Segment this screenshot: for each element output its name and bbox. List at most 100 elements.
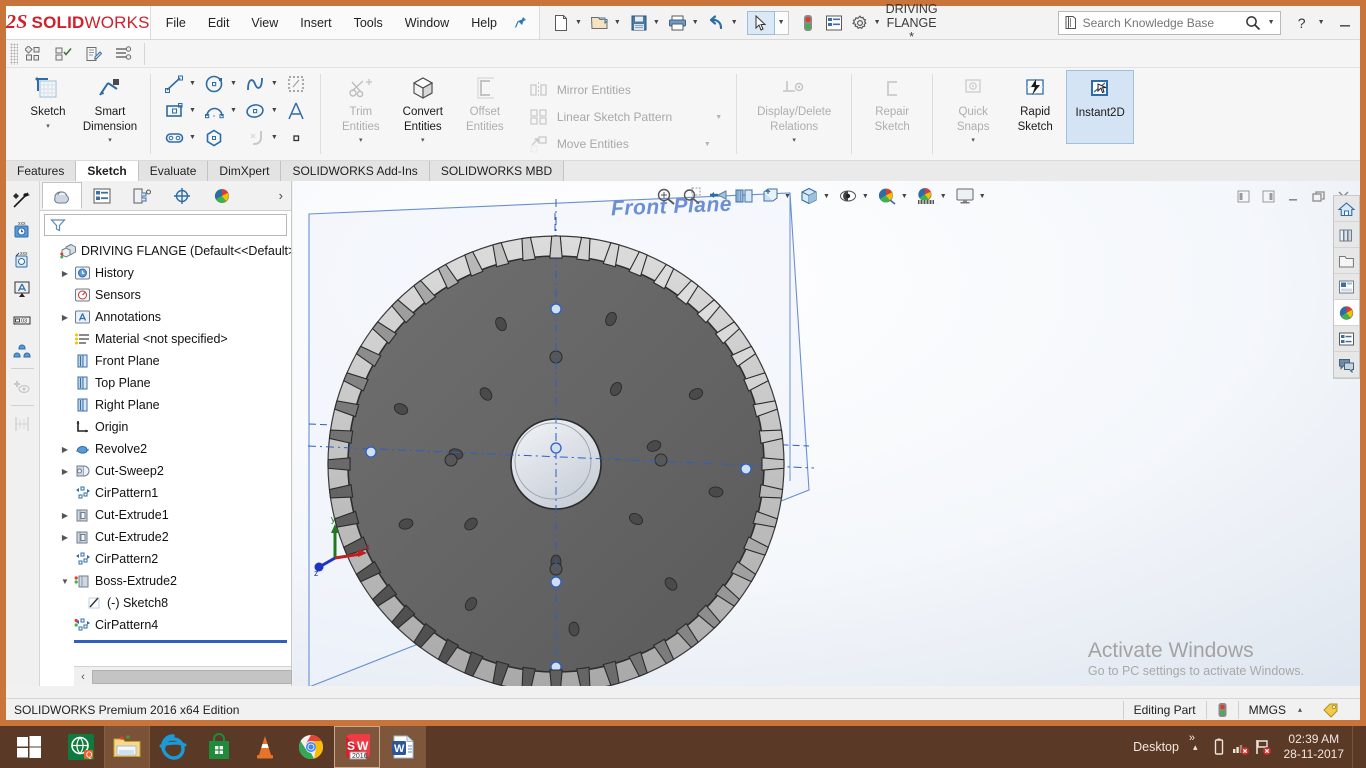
- folder-icon[interactable]: [1334, 248, 1359, 274]
- tree-item-sensors[interactable]: Sensors: [40, 284, 291, 306]
- maximize-button[interactable]: [1360, 9, 1366, 37]
- taskbar-clock[interactable]: 02:39 AM 28-11-2017: [1274, 732, 1353, 762]
- tree-item-top-plane[interactable]: Top Plane: [40, 372, 291, 394]
- rectangle-icon[interactable]: [160, 97, 188, 124]
- tree-item-right-plane[interactable]: Right Plane: [40, 394, 291, 416]
- offset-entities-button[interactable]: Offset Entities: [454, 70, 516, 133]
- battery-icon[interactable]: [1208, 738, 1230, 756]
- new-file-icon[interactable]: [548, 10, 574, 36]
- minimize-document-icon[interactable]: [1281, 184, 1306, 208]
- spline-icon[interactable]: [242, 70, 270, 97]
- list-properties-icon[interactable]: [821, 10, 847, 36]
- move-entities-dropdown[interactable]: ▼: [634, 141, 716, 148]
- assembly-rail-icon[interactable]: [6, 335, 38, 365]
- revolve2-expand-arrow[interactable]: ▶: [58, 445, 72, 454]
- rollback-bar[interactable]: [74, 640, 287, 643]
- ellipse-icon[interactable]: [242, 97, 270, 124]
- feature-manager-tab[interactable]: [42, 182, 82, 209]
- display-state-rail-icon[interactable]: [6, 372, 38, 402]
- select-dropdown[interactable]: ▼: [775, 11, 789, 35]
- status-rebuild-indicator[interactable]: [1206, 701, 1238, 719]
- tree-item-sketch8[interactable]: (-) Sketch8: [40, 592, 291, 614]
- history-expand-arrow[interactable]: ▶: [58, 269, 72, 278]
- menu-item-tools[interactable]: Tools: [343, 12, 394, 34]
- annotations-rail-icon[interactable]: [6, 275, 38, 305]
- boss-extrude2-collapse-arrow[interactable]: ▼: [58, 577, 72, 586]
- linear-sketch-pattern-row[interactable]: Linear Sketch Pattern ▼: [526, 104, 727, 131]
- tree-item-annotations[interactable]: ▶ Annotations: [40, 306, 291, 328]
- status-units-caret[interactable]: ▴: [1286, 705, 1302, 714]
- linear-sketch-pattern-dropdown[interactable]: ▼: [677, 114, 727, 121]
- scroll-left-button[interactable]: ‹: [74, 671, 92, 683]
- tree-root-item[interactable]: DRIVING FLANGE (Default<<Default>_Di: [40, 240, 291, 262]
- minimize-button[interactable]: [1330, 9, 1360, 37]
- open-folder-icon[interactable]: [587, 10, 613, 36]
- status-units[interactable]: MMGS ▴: [1238, 701, 1312, 719]
- measure-rail-icon[interactable]: xxx: [6, 215, 38, 245]
- display-manager-tab[interactable]: [202, 182, 242, 209]
- traffic-light-icon[interactable]: [795, 10, 821, 36]
- display-delete-relations-button[interactable]: Display/Delete Relations ▾: [746, 70, 842, 144]
- tree-item-boss-extrude2[interactable]: ▼ Boss-Extrude2: [40, 570, 291, 592]
- settings-list-icon[interactable]: [110, 42, 136, 66]
- circle-dropdown[interactable]: ▼: [229, 80, 242, 87]
- cut-extrude2-expand-arrow[interactable]: ▶: [58, 533, 72, 542]
- scene-dropdown[interactable]: ▼: [939, 193, 952, 200]
- scroll-thumb[interactable]: [92, 670, 292, 684]
- desktop-label[interactable]: Desktop »: [1129, 740, 1183, 754]
- cut-extrude1-expand-arrow[interactable]: ▶: [58, 511, 72, 520]
- dimension-rail-icon[interactable]: 03: [6, 305, 38, 335]
- quick-snaps-button[interactable]: Quick Snaps ▾: [942, 70, 1004, 144]
- slot-icon[interactable]: [160, 124, 188, 151]
- restore-document-icon[interactable]: [1306, 184, 1331, 208]
- mass-properties-rail-icon[interactable]: xxx: [6, 245, 38, 275]
- tree-item-revolve2[interactable]: ▶ Revolve2: [40, 438, 291, 460]
- menu-item-file[interactable]: File: [155, 12, 197, 34]
- tab-solidworks-mbd[interactable]: SOLIDWORKS MBD: [430, 161, 564, 181]
- tray-expand-chevron[interactable]: ▴: [1183, 742, 1208, 753]
- appearance-sphere-icon[interactable]: [874, 183, 900, 209]
- printer-icon[interactable]: [665, 10, 691, 36]
- taskbar-file-explorer[interactable]: [104, 726, 150, 768]
- taskbar-vlc[interactable]: [242, 726, 288, 768]
- mirror-entities-row[interactable]: Mirror Entities: [526, 77, 631, 104]
- point-icon[interactable]: [283, 124, 311, 151]
- zoom-area-icon[interactable]: [679, 183, 705, 209]
- library-books-icon[interactable]: [1334, 222, 1359, 248]
- hide-show-dropdown[interactable]: ▼: [861, 193, 874, 200]
- zoom-fit-icon[interactable]: [653, 183, 679, 209]
- dashed-box-icon[interactable]: [283, 70, 311, 97]
- windows-start-icon[interactable]: [0, 726, 58, 768]
- trim-entities-dropdown[interactable]: ▾: [359, 136, 363, 144]
- search-knowledge-base[interactable]: ▼: [1058, 11, 1281, 35]
- ellipse-dropdown[interactable]: ▼: [270, 107, 283, 114]
- custom-properties-icon[interactable]: [1334, 326, 1359, 352]
- menu-item-view[interactable]: View: [240, 12, 289, 34]
- toolbar-grip[interactable]: [10, 43, 18, 65]
- show-desktop-button[interactable]: [1352, 726, 1360, 768]
- line-icon[interactable]: [160, 70, 188, 97]
- arc-dropdown[interactable]: ▼: [229, 107, 242, 114]
- tab-solidworks-add-ins[interactable]: SOLIDWORKS Add-Ins: [281, 161, 429, 181]
- edit-document-icon[interactable]: [80, 42, 106, 66]
- polygon-icon[interactable]: [201, 124, 229, 151]
- tree-item-cirpattern2[interactable]: CirPattern2: [40, 548, 291, 570]
- quick-snaps-dropdown[interactable]: ▾: [971, 136, 975, 144]
- tree-item-cut-extrude2[interactable]: ▶ Cut-Extrude2: [40, 526, 291, 548]
- slot-dropdown[interactable]: ▼: [188, 134, 201, 141]
- instant2d-button[interactable]: Instant2D: [1066, 70, 1134, 144]
- rapid-sketch-button[interactable]: Rapid Sketch: [1004, 70, 1066, 133]
- view-palette-icon[interactable]: [1334, 274, 1359, 300]
- smart-dimension-button[interactable]: Smart Dimension ▾: [79, 70, 141, 144]
- scroll-track[interactable]: [92, 670, 273, 684]
- tag-icon[interactable]: [1312, 701, 1360, 719]
- tree-item-cut-extrude1[interactable]: ▶ Cut-Extrude1: [40, 504, 291, 526]
- search-icon[interactable]: [1239, 15, 1267, 31]
- sketch-button[interactable]: Sketch ▾: [17, 70, 79, 130]
- display-style-cube-icon[interactable]: [796, 183, 822, 209]
- configuration-manager-tab[interactable]: [122, 182, 162, 209]
- pushpin-icon[interactable]: [508, 14, 535, 31]
- undo-arrow-icon[interactable]: [704, 10, 730, 36]
- section-rail-icon[interactable]: [6, 409, 38, 439]
- checkbox-list-icon[interactable]: [50, 42, 76, 66]
